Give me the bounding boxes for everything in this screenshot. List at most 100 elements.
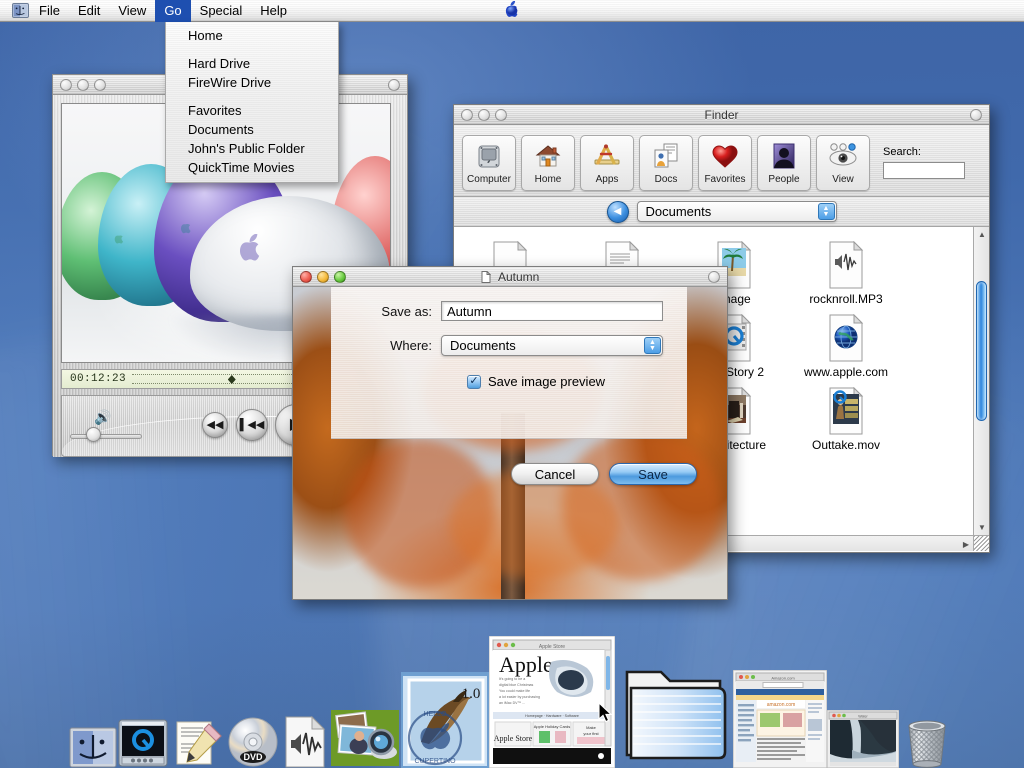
toolbar-button-people[interactable]: People [757, 135, 811, 191]
menu-item-favorites[interactable]: Favorites [166, 101, 338, 120]
menu-item-johns-public-folder[interactable]: John's Public Folder [166, 139, 338, 158]
toolbar-button-home[interactable]: Home [521, 135, 575, 191]
save-preview-row: ✓ Save image preview [331, 374, 687, 389]
menu-help[interactable]: Help [251, 0, 296, 22]
window-controls [461, 109, 507, 121]
resize-grow-handle[interactable] [973, 535, 989, 551]
toolbar-toggle-button[interactable] [970, 109, 982, 121]
toolbar-label: Computer [467, 174, 511, 185]
apple-logo-icon [238, 234, 264, 269]
search-input[interactable] [883, 162, 965, 179]
menu-go[interactable]: Go [155, 0, 190, 22]
dock-item-quicktime-player[interactable] [117, 718, 169, 768]
toolbar-toggle-button[interactable] [708, 271, 720, 283]
menu-separator [166, 45, 338, 54]
svg-text:an iMac DV™ ...: an iMac DV™ ... [499, 701, 525, 705]
dock-item-image-capture[interactable] [329, 706, 401, 768]
close-button[interactable] [60, 79, 72, 91]
save-image-preview-label: Save image preview [488, 374, 605, 389]
close-button[interactable] [300, 271, 312, 283]
where-popup-button[interactable]: Documents ▲▼ [441, 335, 663, 356]
dock-item-apple-website-window[interactable]: Apple Store Apple It's going to be a dig… [489, 636, 615, 768]
computer-icon [475, 140, 503, 172]
dock-item-dvd-player[interactable]: DVD [225, 716, 281, 768]
toolbar-button-favorites[interactable]: Favorites [698, 135, 752, 191]
file-item[interactable]: rocknroll.MP3 [790, 233, 902, 306]
vertical-scroll-thumb[interactable] [976, 281, 987, 421]
speaker-icon[interactable]: 🔊 [94, 409, 111, 426]
dock-item-trash[interactable] [899, 712, 955, 768]
previous-button[interactable]: ▌◀◀ [236, 409, 268, 441]
finder-window-title: Finder [454, 108, 989, 122]
file-label: www.apple.com [804, 365, 888, 379]
toolbar-button-view[interactable]: View [816, 135, 870, 191]
close-button[interactable] [461, 109, 473, 121]
scroll-right-arrow-icon[interactable]: ▶ [963, 540, 969, 549]
menu-item-documents[interactable]: Documents [166, 120, 338, 139]
volume-slider[interactable] [70, 434, 142, 439]
svg-text:Make: Make [586, 725, 597, 730]
svg-text:HELLO: HELLO [424, 711, 448, 718]
where-value: Documents [450, 338, 516, 353]
playhead-thumb[interactable] [228, 375, 236, 384]
save-image-preview-checkbox[interactable]: ✓ [467, 375, 481, 389]
file-label: Outtake.mov [812, 438, 880, 452]
vertical-scrollbar[interactable]: ▲ ▼ [973, 227, 989, 535]
quicktime-player-icon [117, 718, 169, 768]
minimize-button[interactable] [478, 109, 490, 121]
apple-store-page-icon: Apple Store Apple It's going to be a dig… [489, 636, 615, 768]
zoom-button[interactable] [94, 79, 106, 91]
back-arrow-icon[interactable]: ◀ [607, 201, 629, 223]
zoom-button[interactable] [334, 271, 346, 283]
svg-text:Apple: Apple [499, 652, 553, 677]
save-dialog-window[interactable]: Autumn Save as: Autumn Where: Documents [292, 266, 728, 600]
menu-item-firewire-drive[interactable]: FireWire Drive [166, 73, 338, 92]
dock-item-waterfall-window[interactable]: Water [827, 710, 899, 768]
dock-item-audio-file[interactable] [281, 716, 329, 768]
toolbar-button-docs[interactable]: Docs [639, 135, 693, 191]
toolbar-label: Docs [655, 174, 678, 185]
menu-item-quicktime-movies[interactable]: QuickTime Movies [166, 158, 338, 177]
cancel-button[interactable]: Cancel [511, 463, 599, 485]
menu-bar: File Edit View Go Special Help [0, 0, 1024, 22]
dock-item-textedit[interactable] [169, 718, 225, 768]
dock-item-documents-folder[interactable] [615, 650, 733, 768]
documents-icon [652, 140, 680, 172]
chevron-updown-icon: ▲▼ [818, 203, 835, 220]
search-label: Search: [883, 146, 965, 158]
menu-special[interactable]: Special [191, 0, 252, 22]
minimize-button[interactable] [77, 79, 89, 91]
toolbar-button-computer[interactable]: Computer [462, 135, 516, 191]
scroll-up-arrow-icon[interactable]: ▲ [978, 230, 986, 239]
save-dialog-title-group: Autumn [293, 270, 727, 284]
file-item[interactable]: Outtake.mov [790, 379, 902, 452]
dock-item-mail[interactable]: 1.0 HELLO CUPERTINO [401, 672, 489, 768]
menu-item-home[interactable]: Home [166, 26, 338, 45]
rewind-button[interactable]: ◀◀ [202, 412, 228, 438]
finder-titlebar[interactable]: Finder [454, 105, 989, 125]
applications-icon [593, 140, 621, 172]
menu-item-hard-drive[interactable]: Hard Drive [166, 54, 338, 73]
menu-edit[interactable]: Edit [69, 0, 109, 22]
location-popup-button[interactable]: Documents ▲▼ [637, 201, 837, 222]
toolbar-button-apps[interactable]: Apps [580, 135, 634, 191]
save-dialog-titlebar[interactable]: Autumn [293, 267, 727, 287]
menu-file[interactable]: File [30, 0, 69, 22]
quicktime-toolbar-toggle[interactable] [388, 79, 400, 91]
volume-knob[interactable] [86, 427, 101, 442]
audio-waveform-icon [281, 716, 329, 768]
zoom-button[interactable] [495, 109, 507, 121]
menu-view[interactable]: View [109, 0, 155, 22]
scroll-down-arrow-icon[interactable]: ▼ [978, 523, 986, 532]
dock-item-finder[interactable] [69, 720, 117, 768]
dock-item-web-page-window[interactable]: Amazon.com amazon.com [733, 670, 827, 768]
save-as-input[interactable]: Autumn [441, 301, 663, 321]
minimize-button[interactable] [317, 271, 329, 283]
file-item[interactable]: www.apple.com [790, 306, 902, 379]
svg-text:your first: your first [583, 731, 599, 736]
save-button[interactable]: Save [609, 463, 697, 485]
heart-icon [711, 140, 739, 172]
save-dialog-title: Autumn [498, 270, 539, 284]
finder-toolbar: Computer Home [454, 125, 989, 197]
finder-face-icon[interactable] [10, 3, 30, 18]
